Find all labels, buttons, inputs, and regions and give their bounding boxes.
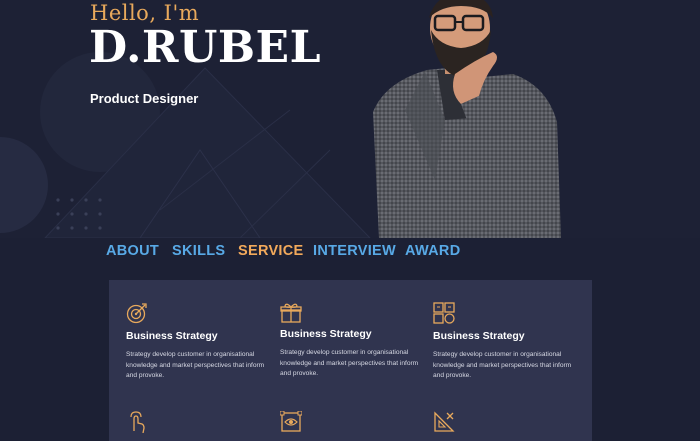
puzzle-icon	[433, 302, 455, 324]
service-card-text: Strategy develop customer in organisatio…	[126, 351, 265, 379]
service-card-text: Strategy develop customer in organisatio…	[280, 349, 419, 377]
nav-service[interactable]: SERVICE	[238, 243, 304, 259]
design-tools-icon	[434, 411, 455, 432]
service-card-text: Strategy develop customer in organisatio…	[433, 351, 572, 379]
service-card-title: Business Strategy	[126, 330, 218, 342]
service-card-title: Business Strategy	[433, 330, 525, 342]
section-nav: ABOUT SKILLS SERVICE INTERVIEW AWARD	[0, 238, 700, 278]
nav-skills[interactable]: SKILLS	[172, 243, 225, 259]
hero-name: D.RUBEL	[89, 22, 322, 73]
touch-hand-icon	[130, 411, 145, 433]
service-card-title: Business Strategy	[280, 328, 372, 340]
portrait-image	[373, 0, 561, 238]
target-icon	[126, 303, 147, 324]
nav-award[interactable]: AWARD	[405, 243, 460, 259]
eye-frame-icon	[280, 411, 302, 432]
hero-section: Hello, I'm D.RUBEL Product Designer	[0, 0, 700, 238]
nav-about[interactable]: ABOUT	[106, 243, 159, 259]
services-panel: Business Strategy Strategy develop custo…	[109, 280, 592, 441]
nav-interview[interactable]: INTERVIEW	[313, 243, 396, 259]
hero-role: Product Designer	[90, 91, 199, 106]
gift-box-icon	[280, 303, 302, 323]
